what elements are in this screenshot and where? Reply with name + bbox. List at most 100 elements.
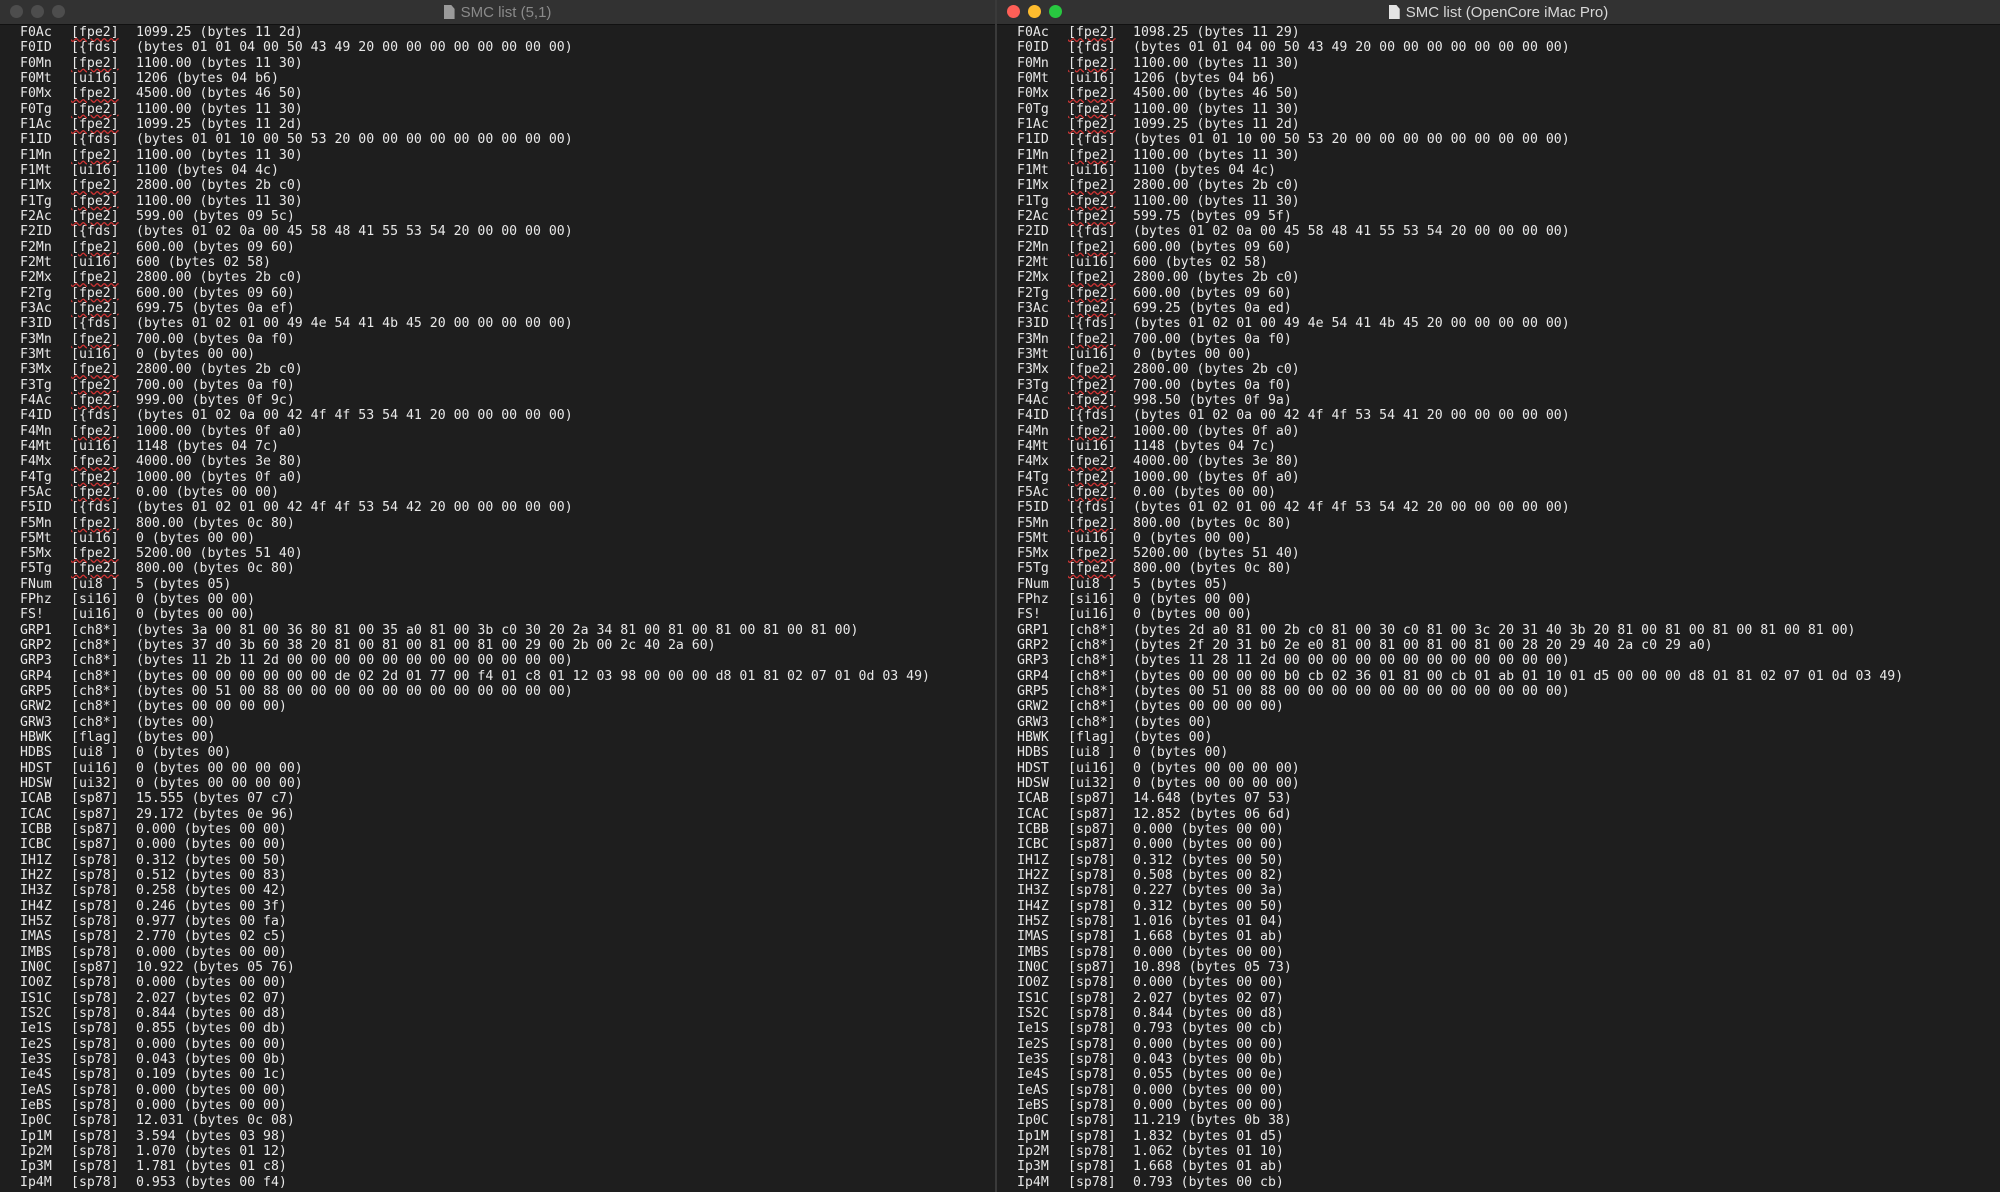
smc-key-name: F0Mn [1017, 55, 1049, 71]
zoom-window-button[interactable] [52, 5, 65, 18]
smc-key-row: ICBB [sp87] 0.000 (bytes 00 00) [20, 822, 995, 837]
smc-key-row: HDSW [ui32] 0 (bytes 00 00 00 00) [20, 776, 995, 791]
smc-key-name: F1Ac [1017, 116, 1049, 132]
smc-key-type: [fpe2] [71, 362, 119, 378]
smc-key-row: F5Mx [fpe2] 5200.00 (bytes 51 40) [1017, 546, 2000, 561]
smc-key-row: F4Tg [fpe2] 1000.00 (bytes 0f a0) [1017, 470, 2000, 485]
smc-key-type: [sp78] [1068, 1082, 1116, 1098]
smc-key-type: [{fds] [71, 316, 119, 332]
smc-key-value: 0 (bytes 00 00) [1133, 530, 1253, 546]
smc-key-name: F4Tg [1017, 469, 1049, 485]
smc-key-name: F2Mt [1017, 254, 1049, 270]
close-window-button[interactable] [1007, 5, 1020, 18]
smc-key-name: IH4Z [1017, 898, 1049, 914]
smc-key-value: (bytes 01 01 04 00 50 43 49 20 00 00 00 … [1133, 40, 1570, 56]
smc-key-type: [fpe2] [71, 55, 119, 71]
smc-key-value: 5200.00 (bytes 51 40) [136, 546, 303, 562]
smc-key-value: 1100.00 (bytes 11 30) [1133, 193, 1300, 209]
smc-key-row: FPhz [si16] 0 (bytes 00 00) [1017, 592, 2000, 607]
smc-key-value: 2800.00 (bytes 2b c0) [1133, 362, 1300, 378]
smc-key-type: [sp87] [1068, 837, 1116, 853]
smc-key-name: F1Mn [20, 147, 52, 163]
smc-key-value: 600 (bytes 02 58) [136, 254, 271, 270]
smc-key-row: FNum [ui8 ] 5 (bytes 05) [1017, 577, 2000, 592]
smc-key-row: IN0C [sp87] 10.898 (bytes 05 73) [1017, 960, 2000, 975]
smc-key-row: Ip0C [sp78] 12.031 (bytes 0c 08) [20, 1113, 995, 1128]
smc-key-type: [ch8*] [1068, 714, 1116, 730]
smc-key-type: [ch8*] [71, 684, 119, 700]
smc-key-name: F1Mx [1017, 178, 1049, 194]
smc-key-row: Ip4M [sp78] 0.953 (bytes 00 f4) [20, 1175, 995, 1190]
smc-key-name: F3Mt [1017, 346, 1049, 362]
smc-list-output[interactable]: F0Ac [fpe2] 1099.25 (bytes 11 2d) F0ID [{fds… [0, 25, 995, 1190]
smc-key-value: 0.000 (bytes 00 00) [1133, 1082, 1284, 1098]
smc-key-row: F3Mn [fpe2] 700.00 (bytes 0a f0) [20, 332, 995, 347]
smc-key-name: F1Mt [20, 162, 52, 178]
smc-key-name: F4Ac [1017, 392, 1049, 408]
smc-key-type: [{fds] [71, 408, 119, 424]
terminal-window-left[interactable]: SMC list (5,1) F0Ac [fpe2] 1099.25 (bytes … [0, 0, 995, 1192]
smc-key-value: 599.00 (bytes 09 5c) [136, 208, 295, 224]
smc-key-value: (bytes 01 02 0a 00 42 4f 4f 53 54 41 20 … [136, 408, 573, 424]
smc-key-value: 1099.25 (bytes 11 2d) [136, 116, 303, 132]
smc-key-row: F4Ac [fpe2] 999.00 (bytes 0f 9c) [20, 393, 995, 408]
smc-key-type: [fpe2] [1068, 561, 1116, 577]
smc-key-name: FS! [1017, 607, 1041, 623]
smc-key-value: 1000.00 (bytes 0f a0) [1133, 469, 1300, 485]
smc-key-name: F1Tg [20, 193, 52, 209]
smc-key-row: F0ID [{fds] (bytes 01 01 04 00 50 43 49 20… [20, 40, 995, 55]
smc-key-value: (bytes 01 02 0a 00 45 58 48 41 55 53 54 … [1133, 224, 1570, 240]
smc-key-name: F4Mt [1017, 438, 1049, 454]
smc-key-type: [fpe2] [1068, 484, 1116, 500]
close-window-button[interactable] [10, 5, 23, 18]
smc-key-value: 699.25 (bytes 0a ed) [1133, 300, 1292, 316]
smc-key-name: F3Mn [20, 331, 52, 347]
smc-list-output[interactable]: F0Ac [fpe2] 1098.25 (bytes 11 29) F0ID [{fds… [997, 25, 2000, 1190]
window-titlebar[interactable]: SMC list (5,1) [0, 0, 995, 25]
smc-key-value: 0 (bytes 00 00) [136, 592, 256, 608]
smc-key-type: [ch8*] [71, 714, 119, 730]
minimize-window-button[interactable] [31, 5, 44, 18]
smc-key-name: HBWK [1017, 730, 1049, 746]
smc-key-name: ICBB [20, 822, 52, 838]
smc-key-name: F0Mt [20, 70, 52, 86]
smc-key-name: F5Mx [1017, 546, 1049, 562]
window-titlebar[interactable]: SMC list (OpenCore iMac Pro) [997, 0, 2000, 25]
smc-key-name: F4Mt [20, 438, 52, 454]
smc-key-value: 1148 (bytes 04 7c) [136, 438, 279, 454]
smc-key-row: F4Mn [fpe2] 1000.00 (bytes 0f a0) [1017, 424, 2000, 439]
smc-key-row: F1Mx [fpe2] 2800.00 (bytes 2b c0) [1017, 178, 2000, 193]
smc-key-type: [fpe2] [71, 484, 119, 500]
smc-key-value: 800.00 (bytes 0c 80) [1133, 515, 1292, 531]
smc-key-type: [sp78] [71, 1159, 119, 1175]
smc-key-name: GRP2 [20, 638, 52, 654]
smc-key-name: HDBS [20, 745, 52, 761]
smc-key-type: [sp78] [1068, 1051, 1116, 1067]
smc-key-value: 0.953 (bytes 00 f4) [136, 1174, 287, 1190]
smc-key-type: [fpe2] [71, 515, 119, 531]
terminal-window-right[interactable]: SMC list (OpenCore iMac Pro) F0Ac [fpe2] 1… [997, 0, 2000, 1192]
smc-key-type: [fpe2] [71, 561, 119, 577]
smc-key-name: IH3Z [20, 883, 52, 899]
smc-key-row: IeBS [sp78] 0.000 (bytes 00 00) [20, 1098, 995, 1113]
smc-key-row: Ip1M [sp78] 3.594 (bytes 03 98) [20, 1129, 995, 1144]
minimize-window-button[interactable] [1028, 5, 1041, 18]
window-title-text: SMC list (OpenCore iMac Pro) [1405, 3, 1609, 21]
smc-key-type: [sp78] [1068, 914, 1116, 930]
smc-key-name: Ie1S [1017, 1021, 1049, 1037]
smc-key-row: F5Mx [fpe2] 5200.00 (bytes 51 40) [20, 546, 995, 561]
smc-key-type: [fpe2] [1068, 285, 1116, 301]
smc-key-type: [sp87] [1068, 791, 1116, 807]
smc-key-name: F2Tg [20, 285, 52, 301]
smc-key-value: 15.555 (bytes 07 c7) [136, 791, 295, 807]
smc-key-value: 0 (bytes 00 00) [136, 607, 256, 623]
smc-key-value: 0.000 (bytes 00 00) [1133, 1097, 1284, 1113]
smc-key-row: GRP2 [ch8*] (bytes 2f 20 31 b0 2e e0 81 00… [1017, 638, 2000, 653]
smc-key-type: [sp78] [71, 852, 119, 868]
smc-key-type: [ui16] [71, 162, 119, 178]
smc-key-name: HDST [20, 760, 52, 776]
smc-key-value: 1100 (bytes 04 4c) [1133, 162, 1276, 178]
smc-key-value: 0 (bytes 00 00 00 00) [136, 760, 303, 776]
smc-key-value: 700.00 (bytes 0a f0) [136, 377, 295, 393]
zoom-window-button[interactable] [1049, 5, 1062, 18]
